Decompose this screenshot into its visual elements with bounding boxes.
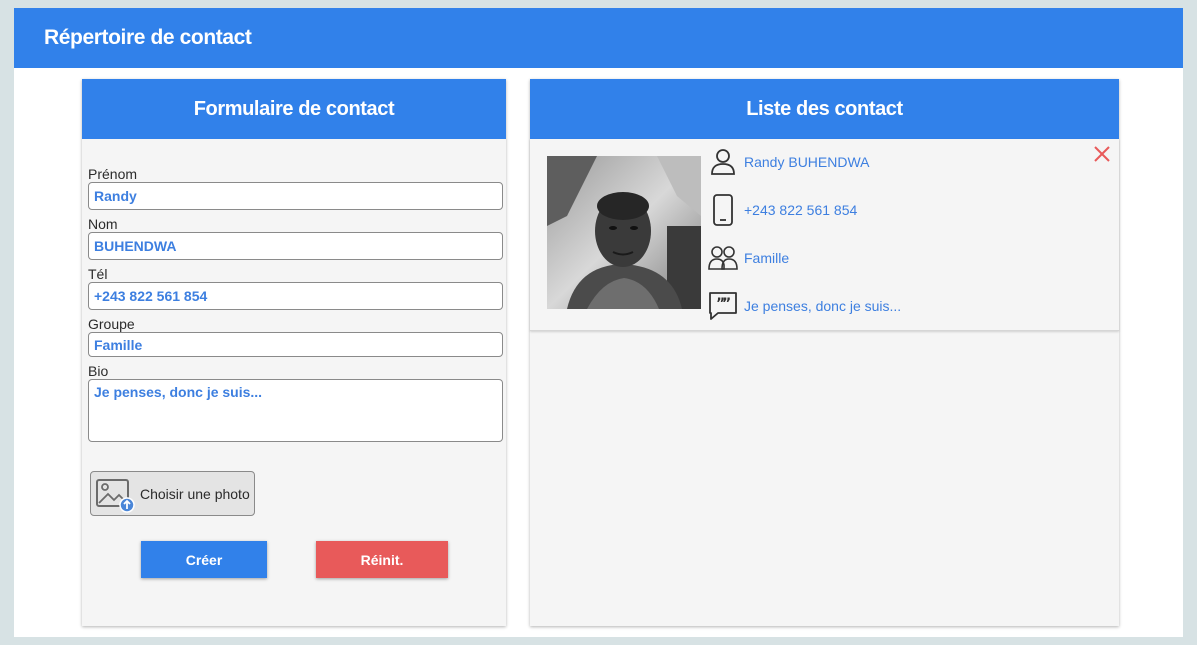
smartphone-icon: [708, 194, 738, 226]
delete-contact-icon[interactable]: [1091, 143, 1113, 165]
contact-list-panel: Liste des contact Randy BUHENDWA +243 82…: [530, 79, 1119, 626]
list-title: Liste des contact: [746, 97, 903, 120]
image-upload-icon: [95, 475, 135, 513]
form-panel-header: Formulaire de contact: [82, 79, 506, 139]
contact-name-row: Randy BUHENDWA: [708, 144, 870, 180]
nom-input[interactable]: [88, 232, 503, 260]
choose-photo-button[interactable]: Choisir une photo: [90, 471, 255, 516]
field-prenom: Prénom: [88, 166, 503, 210]
bio-textarea[interactable]: Je penses, donc je suis...: [88, 379, 503, 442]
contact-card: Randy BUHENDWA +243 822 561 854 Famille …: [530, 139, 1119, 331]
field-tel: Tél: [88, 266, 503, 310]
groupe-input[interactable]: [88, 332, 503, 357]
create-button[interactable]: Créer: [141, 541, 267, 578]
tel-input[interactable]: [88, 282, 503, 310]
contact-bio: Je penses, donc je suis...: [744, 298, 902, 314]
user-icon: [708, 146, 738, 178]
users-icon: [708, 242, 738, 274]
field-groupe: Groupe: [88, 316, 503, 357]
contact-group-row: Famille: [708, 240, 789, 276]
contact-form-panel: Formulaire de contact Prénom Nom Tél Gro…: [82, 79, 506, 626]
svg-text:”: ”: [722, 296, 731, 312]
prenom-input[interactable]: [88, 182, 503, 210]
app-window: Répertoire de contact Formulaire de cont…: [14, 8, 1183, 637]
tel-label: Tél: [88, 266, 108, 282]
reset-button[interactable]: Réinit.: [316, 541, 448, 578]
contact-bio-row: ” ” Je penses, donc je suis...: [708, 288, 901, 324]
prenom-label: Prénom: [88, 166, 138, 182]
contact-group: Famille: [744, 250, 790, 266]
field-nom: Nom: [88, 216, 503, 260]
form-title: Formulaire de contact: [193, 97, 395, 120]
bio-label: Bio: [88, 363, 109, 379]
contact-phone-row: +243 822 561 854: [708, 192, 857, 228]
contact-photo: [547, 156, 701, 309]
app-title: Répertoire de contact: [44, 26, 252, 49]
quote-bubble-icon: ” ”: [708, 290, 738, 322]
app-header: Répertoire de contact: [14, 8, 1183, 68]
field-bio: Bio Je penses, donc je suis...: [88, 363, 503, 442]
choose-photo-label: Choisir une photo: [140, 485, 250, 502]
nom-label: Nom: [88, 216, 118, 232]
contact-name: Randy BUHENDWA: [744, 154, 870, 170]
contact-phone: +243 822 561 854: [744, 202, 858, 218]
list-panel-header: Liste des contact: [530, 79, 1119, 139]
form-body: Prénom Nom Tél Groupe Bio Je penses, don…: [82, 139, 506, 442]
groupe-label: Groupe: [88, 316, 135, 332]
